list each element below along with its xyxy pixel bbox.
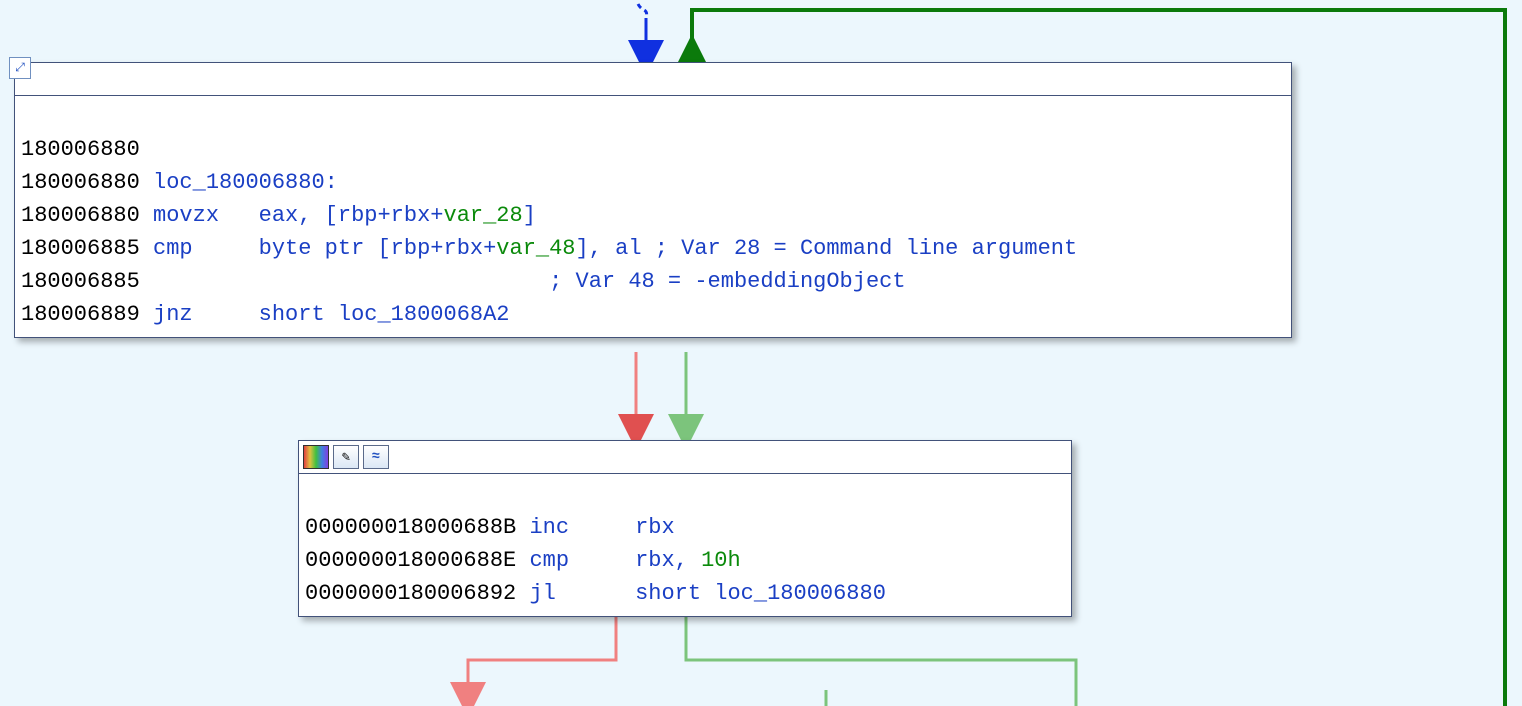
code-label: loc_180006880: <box>153 170 338 195</box>
mnemonic: inc <box>529 515 569 540</box>
edit-icon[interactable]: ✎ <box>333 445 359 469</box>
mnemonic: cmp <box>153 236 193 261</box>
mnemonic: jnz <box>153 302 193 327</box>
addr: 180006885 <box>21 269 140 294</box>
operand: rbx <box>635 515 675 540</box>
comment: ; Var 28 = Command line argument <box>655 236 1077 261</box>
color-icon[interactable] <box>303 445 329 469</box>
addr: 180006880 <box>21 203 140 228</box>
mnemonic: jl <box>529 581 555 606</box>
operand: rbx, <box>635 548 701 573</box>
addr: 180006880 <box>21 137 140 162</box>
collapse-icon[interactable]: ⤢ <box>9 57 31 79</box>
basic-block-1[interactable]: ⤢ 180006880 180006880 loc_180006880: 180… <box>14 62 1292 338</box>
node-body: 000000018000688B inc rbx 000000018000688… <box>299 474 1071 616</box>
operand: short loc_180006880 <box>635 581 886 606</box>
addr: 000000018000688E <box>305 548 516 573</box>
operand-tail: ] <box>523 203 536 228</box>
node-toolbar: ✎ ≈ <box>299 441 1071 474</box>
node-header <box>15 63 1291 96</box>
immediate: 10h <box>701 548 741 573</box>
addr: 180006889 <box>21 302 140 327</box>
operand: eax, [rbp+rbx+ <box>259 203 444 228</box>
variable: var_28 <box>444 203 523 228</box>
addr: 180006885 <box>21 236 140 261</box>
addr: 180006880 <box>21 170 140 195</box>
operand: short loc_1800068A2 <box>259 302 510 327</box>
node-body: 180006880 180006880 loc_180006880: 18000… <box>15 96 1291 337</box>
addr: 000000018000688B <box>305 515 516 540</box>
graph-icon[interactable]: ≈ <box>363 445 389 469</box>
mnemonic: movzx <box>153 203 219 228</box>
addr: 0000000180006892 <box>305 581 516 606</box>
basic-block-2[interactable]: ✎ ≈ 000000018000688B inc rbx 00000001800… <box>298 440 1072 617</box>
operand: byte ptr [rbp+rbx+ <box>259 236 497 261</box>
comment: ; Var 48 = -embeddingObject <box>549 269 905 294</box>
variable: var_48 <box>496 236 575 261</box>
mnemonic: cmp <box>529 548 569 573</box>
operand-tail: ], al <box>576 236 642 261</box>
